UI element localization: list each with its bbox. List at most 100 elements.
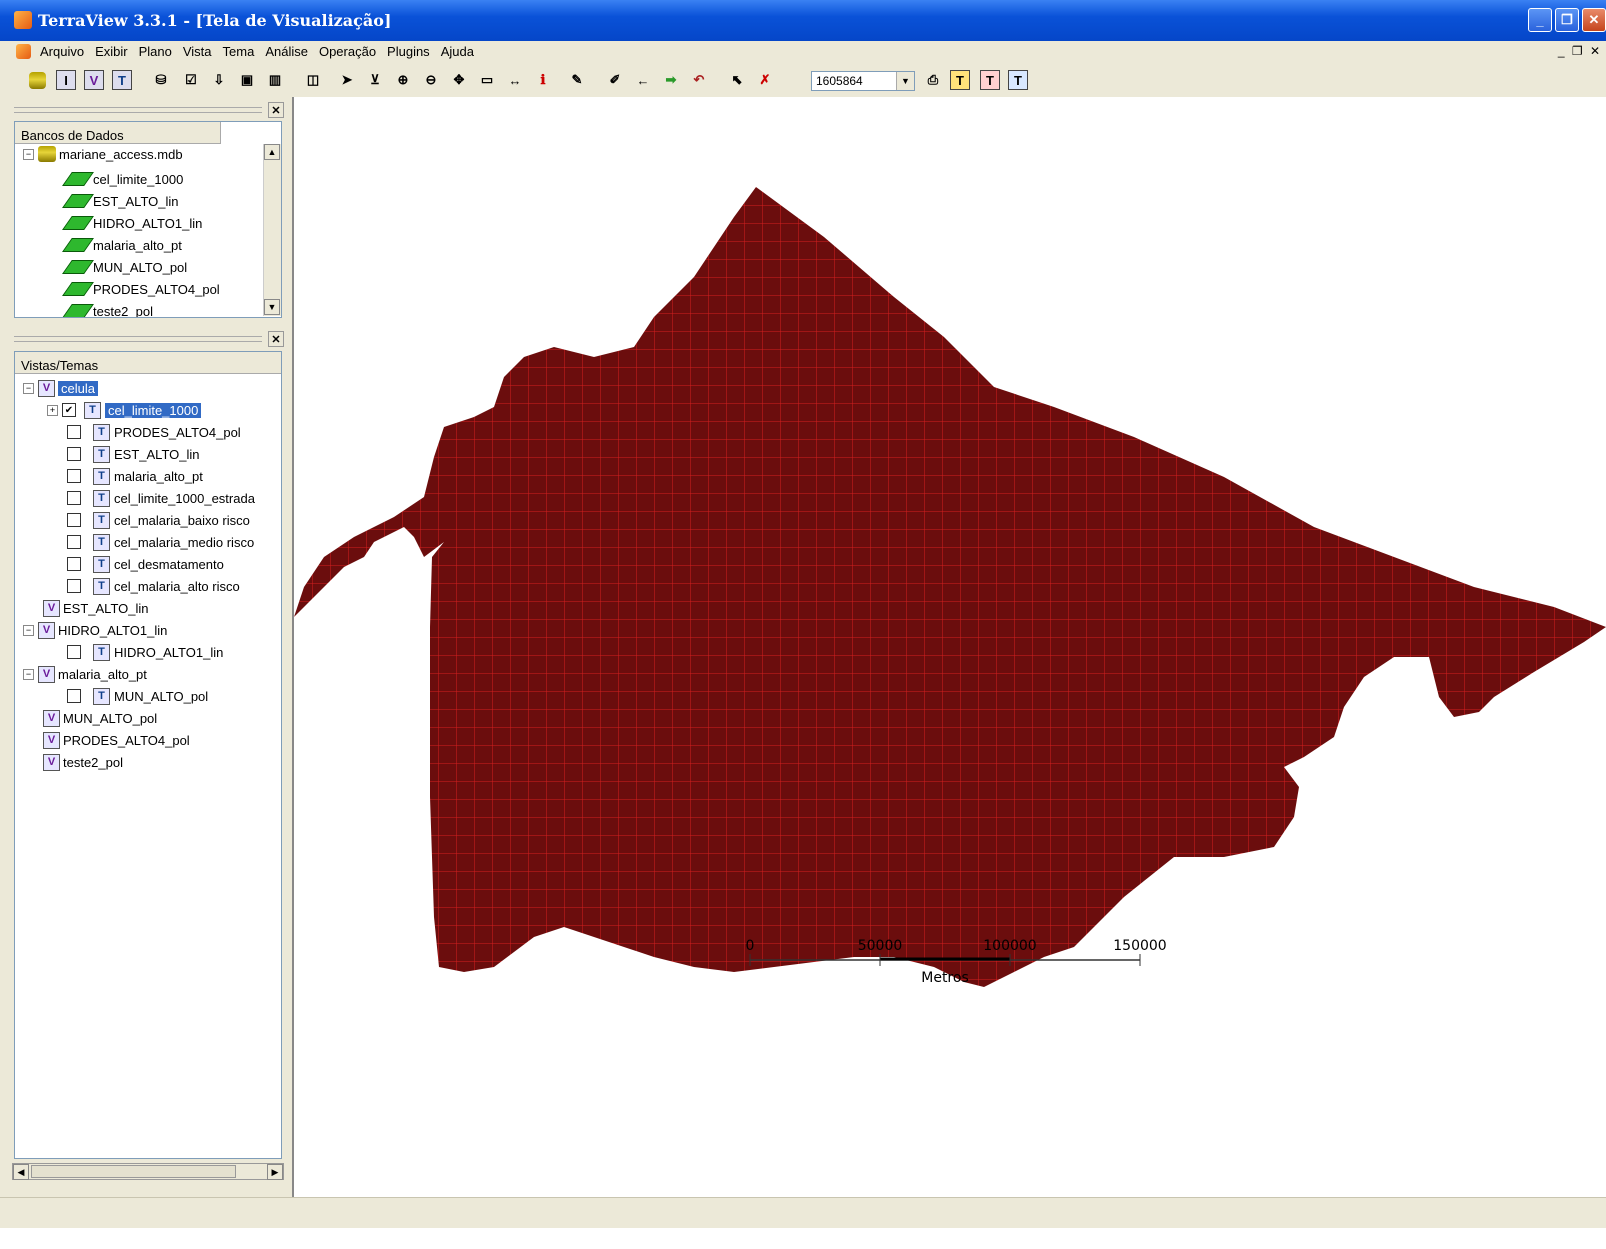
theme-item[interactable]: T HIDRO_ALTO1_lin	[67, 641, 223, 663]
theme-checkbox[interactable]	[67, 469, 81, 483]
chevron-down-icon[interactable]: ▼	[896, 72, 914, 90]
view-icon[interactable]: V	[84, 70, 104, 90]
theme-checkbox[interactable]	[67, 513, 81, 527]
theme-checkbox[interactable]	[67, 425, 81, 439]
infolayer-icon[interactable]: I	[56, 70, 76, 90]
view-item[interactable]: V PRODES_ALTO4_pol	[43, 729, 190, 751]
theme-checkbox[interactable]	[67, 491, 81, 505]
zoom-out-icon[interactable]: ⊖	[420, 69, 442, 91]
minimize-button[interactable]: _	[1528, 8, 1552, 32]
map-canvas[interactable]: 0 50000 100000 150000 Metros	[292, 97, 1606, 1197]
theme-checkbox[interactable]	[67, 557, 81, 571]
theme-item[interactable]: + ✔ T cel_limite_1000	[47, 399, 202, 421]
layer-item[interactable]: teste2_pol	[62, 300, 153, 317]
view-item[interactable]: − Vmalaria_alto_pt	[23, 663, 147, 685]
zoom-area-icon[interactable]: ▭	[476, 69, 498, 91]
theme-item[interactable]: T EST_ALTO_lin	[67, 443, 200, 465]
scroll-up-icon[interactable]: ▲	[264, 144, 280, 160]
edit-icon[interactable]: ✎	[566, 69, 588, 91]
maximize-button[interactable]: ❐	[1555, 8, 1579, 32]
scroll-thumb[interactable]	[31, 1165, 236, 1178]
theme-item[interactable]: Tcel_malaria_baixo risco	[67, 509, 250, 531]
collapse-icon[interactable]: −	[23, 148, 34, 160]
display-icon[interactable]: ▣	[236, 69, 258, 91]
layer-item[interactable]: cel_limite_1000	[62, 168, 183, 190]
chart-icon[interactable]: ▥	[264, 69, 286, 91]
delete-icon[interactable]: ✗	[754, 69, 776, 91]
close-icon[interactable]: ✕	[268, 102, 284, 118]
view-item[interactable]: V EST_ALTO_lin	[43, 597, 149, 619]
theme-checkbox[interactable]	[67, 645, 81, 659]
document-icon[interactable]	[16, 44, 31, 59]
theme-checkbox[interactable]: ✔	[62, 403, 76, 417]
graph-icon[interactable]: ⇩	[208, 69, 230, 91]
text-icon[interactable]: T	[950, 70, 970, 90]
menu-exibir[interactable]: Exibir	[95, 44, 128, 59]
theme-checkbox[interactable]	[67, 447, 81, 461]
theme-icon[interactable]: T	[112, 70, 132, 90]
menu-arquivo[interactable]: Arquivo	[40, 44, 84, 59]
views-hscrollbar[interactable]: ◀ ▶	[12, 1163, 284, 1180]
theme-checkbox[interactable]	[67, 689, 81, 703]
expand-icon[interactable]: +	[47, 404, 58, 416]
view-item-celula[interactable]: − V celula	[23, 377, 98, 399]
undo-icon[interactable]: ↶	[688, 69, 710, 91]
info-icon[interactable]: ℹ	[532, 69, 554, 91]
theme-item[interactable]: Tcel_malaria_alto risco	[67, 575, 240, 597]
distance-icon[interactable]: ↔	[504, 69, 526, 91]
print-icon[interactable]: ⎙	[922, 69, 944, 91]
tree-item-db[interactable]: − mariane_access.mdb	[23, 144, 183, 164]
menu-operacao[interactable]: Operação	[319, 44, 376, 59]
draw-icon[interactable]: ✐	[604, 69, 626, 91]
view-item[interactable]: − V HIDRO_ALTO1_lin	[23, 619, 167, 641]
pan-icon[interactable]: ✥	[448, 69, 470, 91]
theme-item[interactable]: T MUN_ALTO_pol	[67, 685, 208, 707]
databases-panel-grip[interactable]: ✕	[12, 100, 288, 118]
mdi-window-buttons[interactable]: _ ❐ ✕	[1558, 44, 1602, 58]
import-icon[interactable]: ⛁	[150, 69, 172, 91]
layer-item[interactable]: EST_ALTO_lin	[62, 190, 179, 212]
menu-ajuda[interactable]: Ajuda	[441, 44, 474, 59]
scroll-left-icon[interactable]: ◀	[13, 1164, 29, 1180]
layer-item[interactable]: MUN_ALTO_pol	[62, 256, 187, 278]
theme-checkbox[interactable]	[67, 535, 81, 549]
scroll-right-icon[interactable]: ▶	[267, 1164, 283, 1180]
theme-item[interactable]: T PRODES_ALTO4_pol	[67, 421, 241, 443]
view-item[interactable]: V MUN_ALTO_pol	[43, 707, 157, 729]
layer-item[interactable]: malaria_alto_pt	[62, 234, 182, 256]
menu-analise[interactable]: Análise	[265, 44, 308, 59]
pointer-icon[interactable]: ➤	[336, 69, 358, 91]
collapse-icon[interactable]: −	[23, 624, 34, 636]
theme-item[interactable]: Tcel_limite_1000_estrada	[67, 487, 255, 509]
forward-arrow-icon[interactable]: ➡	[660, 69, 682, 91]
select-icon[interactable]: ⊻	[364, 69, 386, 91]
text-view-icon[interactable]: T	[1008, 70, 1028, 90]
query-icon[interactable]: ☑	[180, 69, 202, 91]
menu-plano[interactable]: Plano	[139, 44, 172, 59]
collapse-icon[interactable]: −	[23, 668, 34, 680]
menu-vista[interactable]: Vista	[183, 44, 212, 59]
menu-plugins[interactable]: Plugins	[387, 44, 430, 59]
theme-item[interactable]: Tmalaria_alto_pt	[67, 465, 203, 487]
scroll-down-icon[interactable]: ▼	[264, 299, 280, 315]
scale-combobox[interactable]: 1605864 ▼	[811, 71, 915, 91]
theme-checkbox[interactable]	[67, 579, 81, 593]
back-arrow-icon[interactable]: ←	[632, 69, 654, 91]
layer-item[interactable]: HIDRO_ALTO1_lin	[62, 212, 202, 234]
table-icon[interactable]: ◫	[302, 69, 324, 91]
close-button[interactable]: ✕	[1582, 8, 1606, 32]
database-icon[interactable]	[26, 69, 48, 91]
text-format-icon[interactable]: T	[980, 70, 1000, 90]
theme-item[interactable]: Tcel_malaria_medio risco	[67, 531, 254, 553]
close-icon[interactable]: ✕	[268, 331, 284, 347]
view-item[interactable]: Vteste2_pol	[43, 751, 123, 773]
views-panel-grip[interactable]: ✕	[12, 329, 288, 347]
collapse-icon[interactable]: −	[23, 382, 34, 394]
zoom-in-icon[interactable]: ⊕	[392, 69, 414, 91]
menu-tema[interactable]: Tema	[223, 44, 255, 59]
layer-item[interactable]: PRODES_ALTO4_pol	[62, 278, 220, 300]
databases-scrollbar[interactable]: ▲ ▼	[263, 144, 281, 316]
theme-item[interactable]: Tcel_desmatamento	[67, 553, 224, 575]
cursor-icon[interactable]: ⬉	[726, 69, 748, 91]
municipality-polygon[interactable]	[294, 187, 1606, 987]
